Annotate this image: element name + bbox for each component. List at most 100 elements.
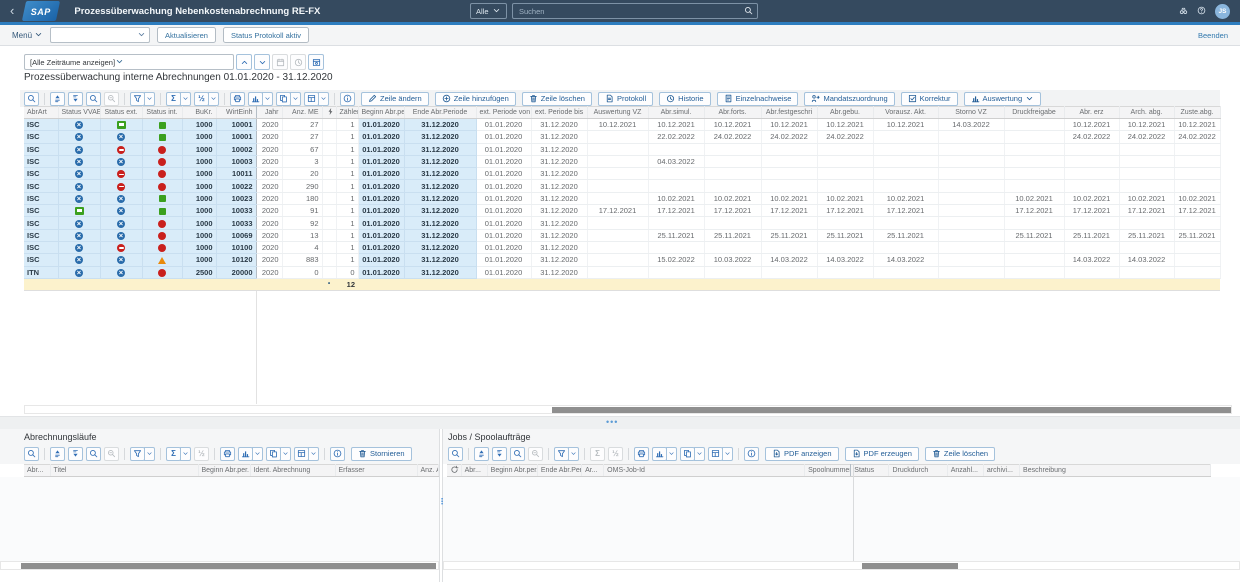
column-header[interactable] xyxy=(447,465,461,477)
filter-menu-button[interactable] xyxy=(144,92,155,106)
table-row[interactable]: ISC100010001202027101.01.202031.12.20200… xyxy=(24,119,1220,131)
scrollbar-thumb[interactable] xyxy=(862,563,958,569)
search-icon-holder[interactable] xyxy=(744,2,753,20)
column-header[interactable]: Abr. erz xyxy=(1064,107,1119,119)
avatar[interactable]: JS xyxy=(1215,4,1230,19)
column-header[interactable]: Anz. ME xyxy=(282,107,322,119)
sum-button[interactable]: Σ xyxy=(166,447,181,461)
print-button[interactable] xyxy=(230,92,245,106)
column-header[interactable]: Ident. Abrechnung xyxy=(250,465,335,477)
layout-menu-button[interactable] xyxy=(308,447,319,461)
magnifier-button[interactable] xyxy=(24,92,39,106)
mandatszuordnung-button[interactable]: Mandatszuordnung xyxy=(804,92,894,106)
copy-button[interactable] xyxy=(680,447,695,461)
copy-menu-button[interactable] xyxy=(694,447,705,461)
table-row[interactable]: ISC10001010020204101.01.202031.12.202001… xyxy=(24,241,1220,253)
binoculars-button[interactable] xyxy=(1179,2,1188,20)
layout-menu-button[interactable] xyxy=(722,447,733,461)
scrollbar-thumb[interactable] xyxy=(552,407,1231,413)
sort-ascending-button[interactable] xyxy=(50,447,65,461)
column-header[interactable]: Arch. abg. xyxy=(1119,107,1174,119)
chart-menu-button[interactable] xyxy=(262,92,273,106)
find-button[interactable] xyxy=(86,92,101,106)
auswertung-button[interactable]: Auswertung xyxy=(964,92,1042,106)
column-header[interactable]: Druckdurch xyxy=(889,465,947,477)
column-header[interactable]: Erfasser xyxy=(335,465,417,477)
chart-button[interactable] xyxy=(238,447,253,461)
search-input[interactable] xyxy=(517,6,744,17)
magnifier-button[interactable] xyxy=(448,447,463,461)
period-select[interactable]: [Alle Zeiträume anzeigen] xyxy=(24,54,234,70)
zeile-loschen-button[interactable]: Zeile löschen xyxy=(925,447,995,461)
filter-button[interactable] xyxy=(130,447,145,461)
copy-button[interactable] xyxy=(266,447,281,461)
column-header[interactable]: archivi... xyxy=(983,465,1019,477)
info-button[interactable] xyxy=(330,447,345,461)
detail-view-button[interactable] xyxy=(308,54,324,70)
zeile-hinzufugen-button[interactable]: Zeile hinzufügen xyxy=(435,92,516,106)
column-header[interactable]: Auswertung VZ xyxy=(587,107,648,119)
einzelnachweise-button[interactable]: Einzelnachweise xyxy=(717,92,799,106)
column-header[interactable]: Jahr xyxy=(256,107,282,119)
table-row[interactable]: ISC100010002202067101.01.202031.12.20200… xyxy=(24,143,1220,155)
runs-horizontal-scrollbar[interactable] xyxy=(0,561,439,570)
column-header[interactable]: Abr.simul. xyxy=(648,107,704,119)
context-select[interactable] xyxy=(50,27,150,43)
zeile-andern-button[interactable]: Zeile ändern xyxy=(361,92,429,106)
column-header[interactable]: Abr... xyxy=(24,465,50,477)
next-period-button[interactable] xyxy=(254,54,270,70)
sort-descending-button[interactable] xyxy=(68,447,83,461)
column-header[interactable]: WirtEinh xyxy=(216,107,256,119)
column-header[interactable]: Abr.festgeschri xyxy=(761,107,817,119)
column-header[interactable]: Abr... xyxy=(461,465,487,477)
sum-menu-button[interactable] xyxy=(180,92,191,106)
sum-button[interactable]: Σ xyxy=(166,92,181,106)
column-header[interactable]: Beginn Abr.per. xyxy=(358,107,404,119)
sum-menu-button[interactable] xyxy=(180,447,191,461)
column-header[interactable]: ext. Periode bis xyxy=(531,107,587,119)
column-header[interactable]: Anzahl... xyxy=(947,465,983,477)
historie-button[interactable]: Historie xyxy=(659,92,710,106)
column-header[interactable]: Ende Abr.Periode xyxy=(404,107,476,119)
filter-button[interactable] xyxy=(130,92,145,106)
table-row[interactable]: ISC1000100222020290101.01.202031.12.2020… xyxy=(24,180,1220,192)
menu-button[interactable]: Menü xyxy=(12,30,43,41)
column-header[interactable]: Storno VZ xyxy=(938,107,1004,119)
zeile-loschen-button[interactable]: Zeile löschen xyxy=(522,92,592,106)
search-scope-select[interactable]: Alle xyxy=(470,3,507,19)
copy-menu-button[interactable] xyxy=(290,92,301,106)
main-horizontal-scrollbar[interactable] xyxy=(24,405,1232,414)
print-button[interactable] xyxy=(220,447,235,461)
scrollbar-thumb[interactable] xyxy=(21,563,436,569)
subtotal-menu-button[interactable] xyxy=(208,92,219,106)
column-header[interactable]: Status VVAE xyxy=(58,107,100,119)
pdf-erzeugen-button[interactable]: PDF erzeugen xyxy=(845,447,919,461)
column-header[interactable]: Druckfreigabe xyxy=(1004,107,1064,119)
previous-period-button[interactable] xyxy=(236,54,252,70)
status-protocol-toggle[interactable]: Status Protokoll aktiv xyxy=(223,27,309,43)
info-button[interactable] xyxy=(744,447,759,461)
column-header[interactable]: Beschreibung xyxy=(1020,465,1211,477)
subtotal-button[interactable]: ½ xyxy=(194,92,209,106)
column-header[interactable]: Spoolnummer xyxy=(805,465,851,477)
column-header[interactable]: Titel xyxy=(50,465,198,477)
protokoll-button[interactable]: Protokoll xyxy=(598,92,653,106)
layout-menu-button[interactable] xyxy=(318,92,329,106)
chart-menu-button[interactable] xyxy=(666,447,677,461)
exit-link[interactable]: Beenden xyxy=(1198,31,1228,40)
column-header[interactable]: Zähler xyxy=(336,107,358,119)
sort-ascending-button[interactable] xyxy=(474,447,489,461)
column-header[interactable]: Status ext. xyxy=(100,107,142,119)
column-header[interactable]: Abr.gebu. xyxy=(817,107,873,119)
stornieren-button[interactable]: Stornieren xyxy=(351,447,412,461)
table-row[interactable]: ISC10001000320203101.01.202031.12.202001… xyxy=(24,155,1220,167)
table-row[interactable]: ISC100010033202091101.01.202031.12.20200… xyxy=(24,205,1220,217)
column-header[interactable]: AbrArt xyxy=(24,107,58,119)
layout-button[interactable] xyxy=(708,447,723,461)
column-header[interactable]: Ar... xyxy=(582,465,604,477)
sort-ascending-button[interactable] xyxy=(50,92,65,106)
column-header[interactable]: Beginn Abr.per. xyxy=(198,465,250,477)
table-row[interactable]: ITN25002000020200001.01.202031.12.202001… xyxy=(24,266,1220,278)
layout-button[interactable] xyxy=(294,447,309,461)
print-button[interactable] xyxy=(634,447,649,461)
